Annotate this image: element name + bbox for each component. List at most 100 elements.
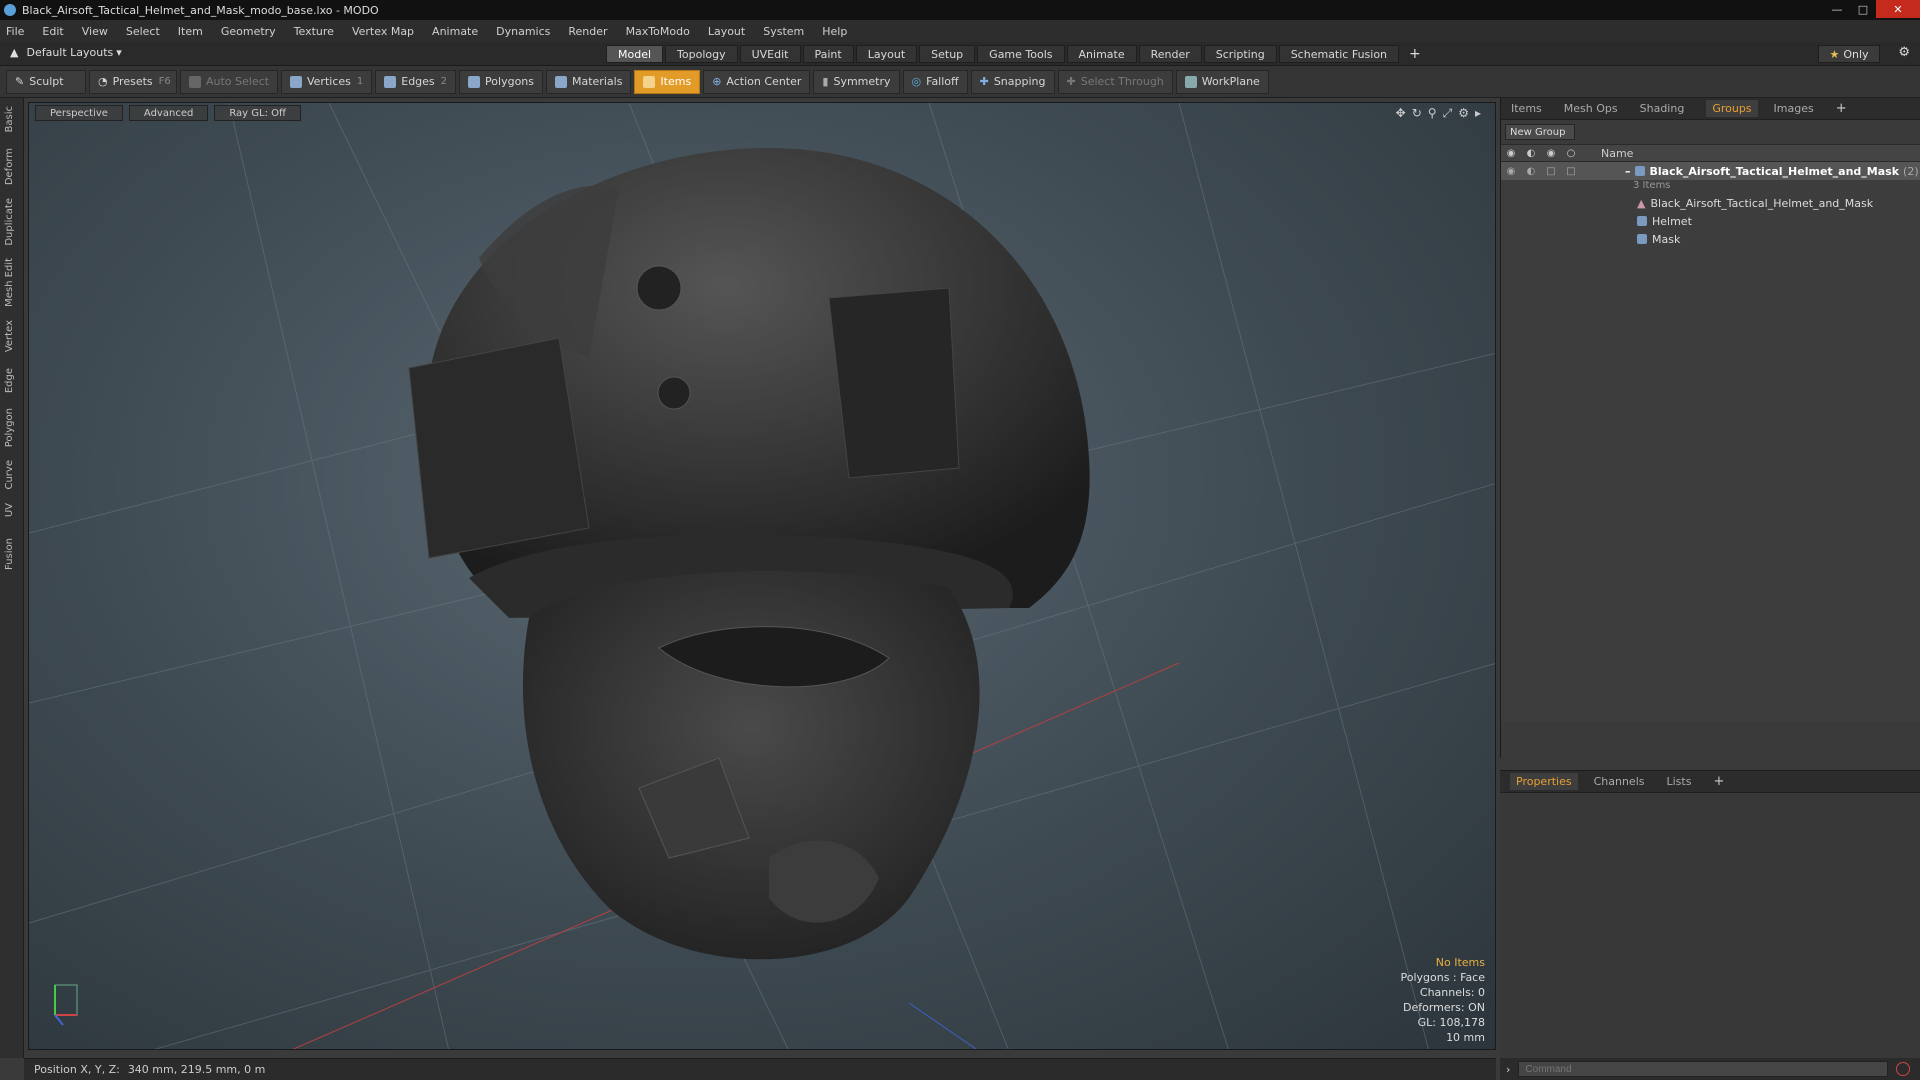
workplane-button[interactable]: WorkPlane	[1175, 69, 1269, 94]
add-panel-tab-icon[interactable]: +	[1836, 101, 1847, 116]
tree-row-root-group[interactable]: ◉ ◐ □ □ – Black_Airsoft_Tactical_Helmet_…	[1501, 162, 1920, 180]
tab-render[interactable]: Render	[1138, 45, 1202, 63]
menu-view[interactable]: View	[82, 25, 108, 38]
sculpt-button[interactable]: ✎ Sculpt	[6, 69, 86, 94]
zoom-icon[interactable]: ⚲	[1428, 106, 1437, 121]
select-col-icon[interactable]: ○	[1561, 148, 1581, 159]
left-tab-curve[interactable]: Curve	[4, 460, 20, 490]
materials-button[interactable]: Materials	[546, 69, 632, 94]
menu-item[interactable]: Item	[178, 25, 203, 38]
render-toggle-icon[interactable]: ◐	[1521, 166, 1541, 177]
polygons-button[interactable]: Polygons	[459, 69, 543, 94]
menu-edit[interactable]: Edit	[42, 25, 63, 38]
vertices-button[interactable]: Vertices 1	[280, 69, 373, 94]
snapping-button[interactable]: ✚ Snapping	[970, 69, 1055, 94]
tab-topology[interactable]: Topology	[665, 45, 738, 63]
viewport-3d[interactable]: Perspective Advanced Ray GL: Off ✥ ↻ ⚲ ⤢…	[28, 102, 1496, 1050]
left-tab-basic[interactable]: Basic	[4, 106, 20, 132]
left-tab-fusion[interactable]: Fusion	[4, 538, 20, 570]
rotate-icon[interactable]: ↻	[1412, 106, 1422, 121]
menu-file[interactable]: File	[6, 25, 24, 38]
symmetry-button[interactable]: ▮ Symmetry	[813, 69, 900, 94]
left-tab-deform[interactable]: Deform	[4, 148, 20, 185]
action-center-button[interactable]: ⊕ Action Center	[703, 69, 811, 94]
tab-schematic-fusion[interactable]: Schematic Fusion	[1278, 45, 1400, 63]
menu-geometry[interactable]: Geometry	[221, 25, 276, 38]
chevron-down-icon: ▾	[116, 46, 122, 59]
tab-scripting[interactable]: Scripting	[1203, 45, 1277, 63]
menu-texture[interactable]: Texture	[294, 25, 334, 38]
left-tab-vertex[interactable]: Vertex	[4, 320, 20, 352]
select-through-button[interactable]: ✚ Select Through	[1057, 69, 1173, 94]
close-button[interactable]: ✕	[1876, 0, 1920, 18]
tab-mesh-ops[interactable]: Mesh Ops	[1564, 102, 1618, 115]
render-col-icon[interactable]: ◐	[1521, 148, 1541, 159]
new-group-button[interactable]: New Group	[1505, 124, 1575, 140]
tab-lists[interactable]: Lists	[1667, 775, 1692, 788]
visibility-col-icon[interactable]: ◉	[1501, 148, 1521, 159]
falloff-button[interactable]: ◎ Falloff	[902, 69, 968, 94]
groups-panel: Items Mesh Ops Shading Groups Images + N…	[1500, 98, 1920, 758]
eye-icon[interactable]: ◉	[1501, 166, 1521, 177]
menu-dynamics[interactable]: Dynamics	[496, 25, 550, 38]
auto-select-button[interactable]: Auto Select	[180, 69, 278, 94]
root-group-subtitle: 3 Items	[1633, 180, 1671, 191]
collapse-icon[interactable]: –	[1625, 165, 1631, 178]
left-tab-edge[interactable]: Edge	[4, 368, 20, 393]
raygl-button[interactable]: Ray GL: Off	[214, 105, 301, 121]
tab-model[interactable]: Model	[606, 45, 664, 63]
channels-text: Channels: 0	[1419, 986, 1485, 999]
tab-paint[interactable]: Paint	[802, 45, 854, 63]
left-tab-duplicate[interactable]: Duplicate	[4, 198, 20, 246]
tree-row-item[interactable]: ▲ Black_Airsoft_Tactical_Helmet_and_Mask	[1501, 194, 1920, 212]
tab-uvedit[interactable]: UVEdit	[739, 45, 801, 63]
menu-vertex-map[interactable]: Vertex Map	[352, 25, 414, 38]
edges-button[interactable]: Edges 2	[375, 69, 457, 94]
presets-button[interactable]: ◔ Presets F6	[89, 69, 177, 94]
maximize-button[interactable]: □	[1850, 0, 1876, 18]
fit-icon[interactable]: ⤢	[1443, 106, 1453, 121]
left-tab-polygon[interactable]: Polygon	[4, 408, 20, 447]
left-tab-mesh-edit[interactable]: Mesh Edit	[4, 258, 20, 307]
tab-channels[interactable]: Channels	[1594, 775, 1645, 788]
perspective-button[interactable]: Perspective	[35, 105, 123, 121]
tab-properties[interactable]: Properties	[1510, 773, 1578, 790]
lock-toggle-icon[interactable]: □	[1541, 166, 1561, 177]
command-clear-icon[interactable]	[1896, 1062, 1911, 1076]
tab-animate[interactable]: Animate	[1066, 45, 1137, 63]
menu-select[interactable]: Select	[126, 25, 160, 38]
presets-shortcut: F6	[158, 76, 171, 87]
items-button[interactable]: Items	[634, 69, 701, 94]
tab-shading[interactable]: Shading	[1640, 102, 1685, 115]
tab-images[interactable]: Images	[1774, 102, 1814, 115]
tab-groups[interactable]: Groups	[1706, 100, 1758, 117]
tree-row-item[interactable]: Helmet	[1501, 212, 1920, 230]
command-input[interactable]	[1518, 1061, 1889, 1077]
pan-icon[interactable]: ✥	[1396, 106, 1406, 121]
menu-help[interactable]: Help	[822, 25, 847, 38]
menu-system[interactable]: System	[763, 25, 804, 38]
viewport-gear-icon[interactable]: ⚙	[1458, 106, 1469, 121]
minimize-button[interactable]: —	[1824, 0, 1850, 18]
select-toggle-icon[interactable]: □	[1561, 166, 1581, 177]
tree-row-item[interactable]: Mask	[1501, 230, 1920, 248]
only-button[interactable]: ★ Only	[1818, 45, 1880, 63]
tab-items[interactable]: Items	[1511, 102, 1542, 115]
default-layouts-dropdown[interactable]: ▲ Default Layouts ▾	[10, 46, 122, 59]
lock-col-icon[interactable]: ◉	[1541, 148, 1561, 159]
advanced-button[interactable]: Advanced	[128, 105, 209, 121]
menu-layout[interactable]: Layout	[708, 25, 745, 38]
tab-layout[interactable]: Layout	[855, 45, 918, 63]
gl-count-text: GL: 108,178	[1417, 1016, 1485, 1029]
add-props-tab-icon[interactable]: +	[1713, 774, 1724, 789]
menu-animate[interactable]: Animate	[432, 25, 478, 38]
left-tab-uv[interactable]: UV	[4, 503, 20, 517]
gear-icon[interactable]: ⚙	[1898, 45, 1910, 60]
add-tab-icon[interactable]: +	[1401, 45, 1429, 63]
star-icon: ★	[1829, 47, 1840, 61]
viewport-expand-icon[interactable]: ▸	[1475, 106, 1481, 121]
menu-maxtomodo[interactable]: MaxToModo	[626, 25, 690, 38]
tab-setup[interactable]: Setup	[919, 45, 976, 63]
menu-render[interactable]: Render	[568, 25, 607, 38]
tab-game-tools[interactable]: Game Tools	[977, 45, 1065, 63]
